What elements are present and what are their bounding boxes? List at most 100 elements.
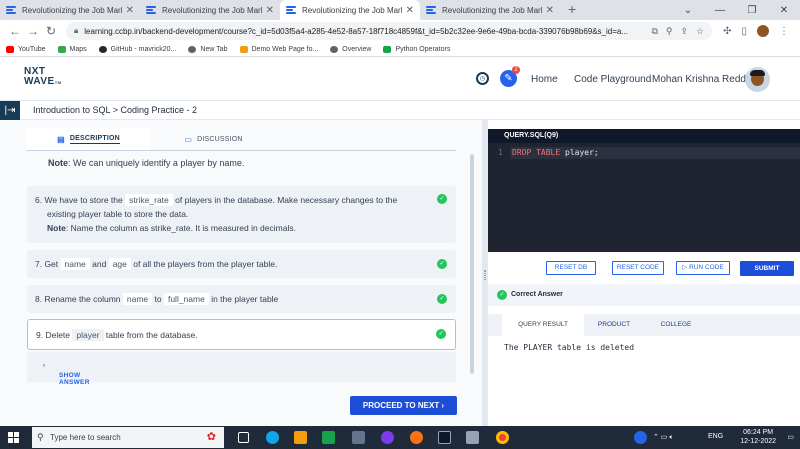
- bookmark-label: GitHub - mavrick20...: [110, 45, 177, 53]
- firefox-icon[interactable]: [410, 431, 423, 444]
- github-icon: [98, 45, 107, 53]
- bookmark-maps[interactable]: Maps: [57, 45, 87, 53]
- code-line[interactable]: DROP TABLE player;: [510, 147, 800, 159]
- restore-icon[interactable]: ❐: [736, 5, 768, 16]
- bookmark-star-icon[interactable]: ☆: [696, 26, 704, 37]
- side-panel-icon[interactable]: ▯: [741, 26, 747, 37]
- scrollbar[interactable]: [470, 154, 474, 374]
- question-card-6[interactable]: 6. We have to store the strike_rate of p…: [27, 186, 456, 243]
- browser-tab[interactable]: Revolutionizing the Job Market | ✕: [0, 0, 140, 20]
- edge-browser-icon[interactable]: [266, 431, 279, 444]
- profile-avatar-icon[interactable]: [757, 25, 769, 37]
- terminal-icon[interactable]: [438, 431, 451, 444]
- taskbar: ⚲ Type here to search ✿ ⌃ ▭ 🔈︎ ENG 06:24…: [0, 426, 800, 449]
- reset-code-button[interactable]: RESET CODE: [612, 261, 664, 275]
- app-icon[interactable]: [466, 431, 479, 444]
- browser-tab[interactable]: Revolutionizing the Job Market | ✕: [140, 0, 280, 20]
- user-name[interactable]: Mohan Krishna Reddy: [652, 74, 751, 85]
- notifications-icon[interactable]: ▭: [787, 433, 794, 441]
- code-editor[interactable]: 1 DROP TABLE player;: [488, 143, 800, 252]
- bookmark-label: Overview: [342, 45, 372, 53]
- file-explorer-icon[interactable]: [294, 431, 307, 444]
- browser-tab[interactable]: Revolutionizing the Job Market | ✕: [420, 0, 560, 20]
- taskbar-search-input[interactable]: ⚲ Type here to search ✿: [32, 427, 224, 448]
- sidebar-toggle-icon[interactable]: |⇥: [0, 101, 20, 120]
- tab-description[interactable]: ▤ DESCRIPTION: [26, 128, 151, 150]
- submit-button[interactable]: SUBMIT: [740, 261, 794, 276]
- window-controls: ⌄ — ❐ ✕: [672, 0, 800, 20]
- tab-college[interactable]: COLLEGE: [650, 314, 702, 336]
- holiday-decoration-icon: ✿: [206, 431, 216, 443]
- bookmark-github[interactable]: GitHub - mavrick20...: [98, 45, 177, 53]
- question-card-7[interactable]: 7. Get name and age of all the players f…: [27, 250, 456, 278]
- tab-product[interactable]: PRODUCT: [588, 314, 640, 336]
- question-card-9[interactable]: 9. Delete player table from the database…: [27, 319, 456, 350]
- inline-code: name: [122, 293, 153, 305]
- chrome-icon[interactable]: [496, 431, 509, 444]
- install-app-icon[interactable]: ⧉: [651, 26, 657, 37]
- url-bar[interactable]: 🔒︎ learning.ccbp.in/backend-development/…: [66, 22, 713, 40]
- app-icon[interactable]: [381, 431, 394, 444]
- forward-icon[interactable]: →: [24, 24, 42, 38]
- text-segment: 9. Delete: [36, 330, 73, 340]
- show-answer-button[interactable]: SHOW ANSWER ›: [43, 362, 89, 386]
- problem-tabs: ▤ DESCRIPTION ▭ DISCUSSION: [26, 128, 456, 150]
- editor-file-tab[interactable]: QUERY.SQL(Q9): [504, 132, 558, 139]
- tab-discussion[interactable]: ▭ DISCUSSION: [151, 128, 276, 150]
- bookmark-python-operators[interactable]: Python Operators: [383, 45, 450, 53]
- notepad-plus-icon[interactable]: [322, 431, 335, 444]
- line-number: 1: [498, 148, 503, 157]
- nav-code-playground-link[interactable]: Code Playground: [574, 74, 651, 85]
- share-icon[interactable]: ⇪: [680, 26, 688, 37]
- timer-icon[interactable]: ◷: [476, 72, 489, 85]
- sql-identifier: player;: [560, 148, 599, 157]
- nav-home-link[interactable]: Home: [531, 74, 558, 85]
- close-tab-icon[interactable]: ✕: [126, 5, 134, 16]
- globe-icon: [330, 45, 339, 53]
- language-indicator[interactable]: ENG: [708, 433, 723, 440]
- app-icon[interactable]: [352, 431, 365, 444]
- run-code-button[interactable]: ▷ RUN CODE: [676, 261, 730, 275]
- new-tab-button[interactable]: +: [560, 0, 584, 20]
- question-card-8[interactable]: 8. Rename the column name to full_name i…: [27, 285, 456, 313]
- help-icon[interactable]: [634, 431, 647, 444]
- tab-search-icon[interactable]: ⌄: [672, 5, 704, 16]
- show-answer-section: SHOW ANSWER ›: [27, 352, 456, 386]
- text-segment: and: [89, 259, 109, 269]
- lock-icon[interactable]: 🔒︎: [74, 26, 78, 36]
- menu-kebab-icon[interactable]: ⋮: [779, 26, 789, 37]
- note-body: : We can uniquely identify a player by n…: [68, 158, 245, 168]
- zoom-icon[interactable]: ⚲: [666, 26, 673, 37]
- globe-icon: [188, 45, 197, 53]
- back-icon[interactable]: ←: [6, 24, 24, 38]
- reset-db-button[interactable]: RESET DB: [546, 261, 596, 275]
- close-tab-icon[interactable]: ✕: [546, 5, 554, 16]
- proceed-to-next-button[interactable]: PROCEED TO NEXT ›: [350, 396, 457, 415]
- minimize-icon[interactable]: —: [704, 5, 736, 16]
- bookmark-overview[interactable]: Overview: [330, 45, 372, 53]
- system-clock[interactable]: 06:24 PM 12-12-2022: [740, 428, 776, 446]
- bookmark-youtube[interactable]: YouTube: [6, 45, 46, 53]
- windows-start-icon[interactable]: [8, 432, 19, 443]
- bookmark-label: New Tab: [200, 45, 228, 53]
- bookmarks-bar: YouTube Maps GitHub - mavrick20... New T…: [0, 42, 800, 57]
- note-text: Note: We can uniquely identify a player …: [48, 158, 244, 168]
- extensions-icon[interactable]: ✣: [723, 26, 731, 37]
- text-segment: 8. Rename the column: [35, 294, 123, 304]
- close-tab-icon[interactable]: ✕: [406, 5, 414, 16]
- system-tray-icons[interactable]: ⌃ ▭ 🔈︎: [653, 433, 674, 442]
- nxtwave-logo[interactable]: NXT WAVETM: [24, 67, 62, 88]
- avatar[interactable]: [745, 67, 770, 92]
- close-window-icon[interactable]: ✕: [768, 5, 800, 16]
- reload-icon[interactable]: ↻: [42, 24, 60, 38]
- tab-query-result[interactable]: QUERY RESULT: [502, 314, 584, 336]
- bookmark-demo-web-page[interactable]: Demo Web Page fo...: [239, 45, 318, 53]
- task-view-icon[interactable]: [238, 432, 249, 443]
- close-tab-icon[interactable]: ✕: [266, 5, 274, 16]
- browser-tab-active[interactable]: Revolutionizing the Job Market | ✕: [280, 0, 420, 20]
- tab-label: DESCRIPTION: [69, 134, 120, 144]
- bookmark-new-tab[interactable]: New Tab: [188, 45, 228, 53]
- bookmark-label: YouTube: [18, 45, 46, 53]
- maps-icon: [57, 45, 66, 53]
- editor-header: QUERY.SQL(Q9): [488, 129, 800, 143]
